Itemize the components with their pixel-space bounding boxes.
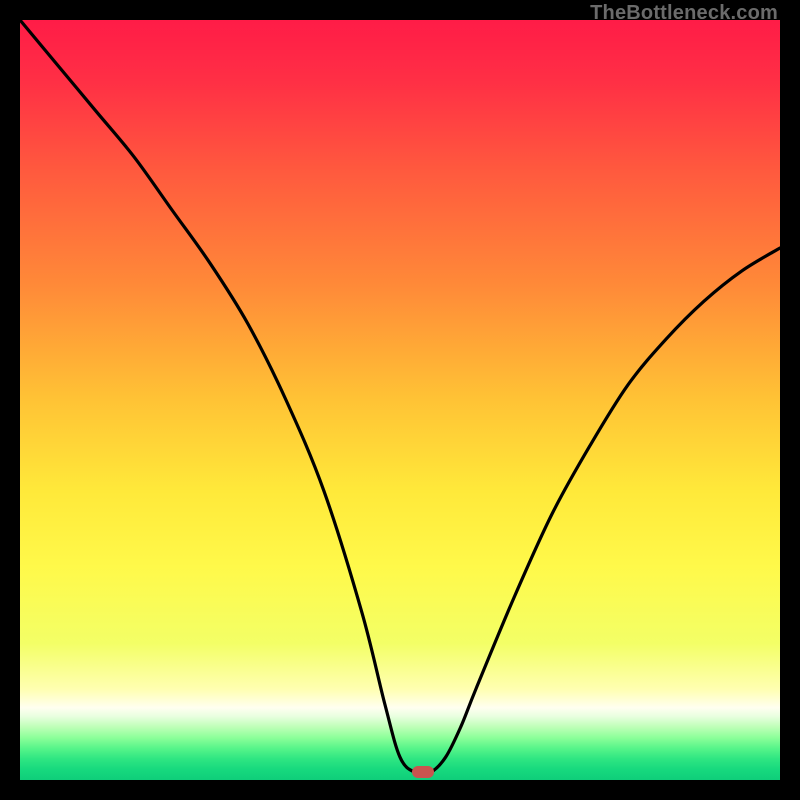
chart-frame: TheBottleneck.com [0,0,800,800]
curve-svg [20,20,780,780]
bottleneck-curve-path [20,20,780,774]
plot-area [20,20,780,780]
optimal-marker [412,766,434,778]
